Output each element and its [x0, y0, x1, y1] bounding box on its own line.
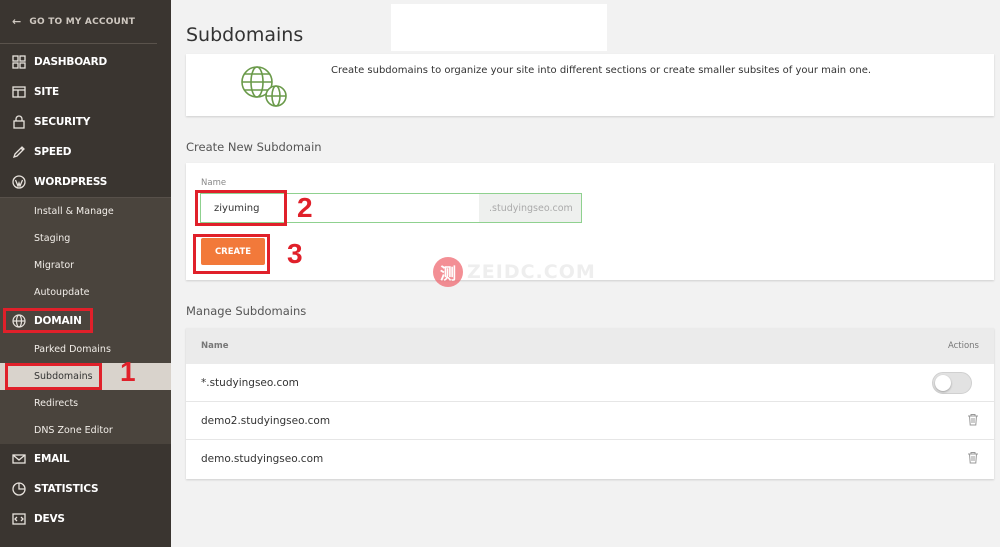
- highlight-subdomains: [5, 363, 102, 390]
- sidebar-item-wordpress[interactable]: WORDPRESS: [0, 167, 171, 197]
- sidebar-item-statistics[interactable]: STATISTICS: [0, 474, 171, 504]
- sidebar-item-dashboard[interactable]: DASHBOARD: [0, 47, 171, 77]
- sidebar-item-label: STATISTICS: [34, 483, 99, 495]
- sidebar-item-security[interactable]: SECURITY: [0, 107, 171, 137]
- create-section-title: Create New Subdomain: [186, 140, 322, 154]
- annotation-number-2: 2: [297, 192, 313, 223]
- sidebar-item-site[interactable]: SITE: [0, 77, 171, 107]
- sidebar-subitem-parked-domains[interactable]: Parked Domains: [0, 336, 171, 363]
- page-title: Subdomains: [186, 24, 304, 46]
- sidebar-item-label: SITE: [34, 86, 60, 98]
- annotation-number-1: 1: [120, 356, 136, 387]
- manage-subdomains-card: Name Actions *.studyingseo.com demo2.stu…: [186, 328, 994, 479]
- watermark: 测 ZEIDC.COM: [433, 257, 596, 287]
- wordpress-icon: [12, 175, 26, 189]
- subdomain-name: *.studyingseo.com: [201, 376, 299, 389]
- highlight-name-input: [195, 190, 287, 226]
- mail-icon: [12, 452, 26, 466]
- highlight-create-button: [193, 234, 270, 274]
- sidebar-subitem-dns-zone-editor[interactable]: DNS Zone Editor: [0, 417, 171, 444]
- sidebar-item-speed[interactable]: SPEED: [0, 137, 171, 167]
- pie-chart-icon: [12, 482, 26, 496]
- subdomain-name: demo.studyingseo.com: [201, 453, 324, 465]
- rocket-icon: [12, 145, 26, 159]
- annotation-number-3: 3: [287, 238, 303, 269]
- watermark-logo: 测: [433, 257, 463, 287]
- column-name: Name: [201, 341, 229, 351]
- watermark-text: ZEIDC.COM: [467, 261, 596, 283]
- back-to-account-link[interactable]: ← GO TO MY ACCOUNT: [0, 0, 157, 44]
- sidebar-item-label: SPEED: [34, 146, 72, 158]
- blank-header-area: [391, 4, 607, 51]
- trash-icon[interactable]: [967, 413, 979, 429]
- sidebar-subitem-migrator[interactable]: Migrator: [0, 252, 171, 279]
- main-content: Subdomains Create subdomains to organize…: [171, 0, 1000, 547]
- sidebar-item-label: DEVS: [34, 513, 65, 525]
- sidebar: ← GO TO MY ACCOUNT DASHBOARD SITE SECURI…: [0, 0, 171, 547]
- sidebar-item-label: EMAIL: [34, 453, 70, 465]
- trash-icon[interactable]: [967, 451, 979, 467]
- sidebar-subitem-autoupdate[interactable]: Autoupdate: [0, 279, 171, 306]
- lock-icon: [12, 115, 26, 129]
- manage-section-title: Manage Subdomains: [186, 304, 307, 318]
- site-icon: [12, 85, 26, 99]
- code-icon: [12, 512, 26, 526]
- table-row: *.studyingseo.com: [186, 364, 994, 402]
- sidebar-item-label: WORDPRESS: [34, 176, 108, 188]
- arrow-left-icon: ←: [12, 15, 22, 28]
- table-header: Name Actions: [186, 328, 994, 364]
- sidebar-item-devs[interactable]: DEVS: [0, 504, 171, 534]
- name-field-label: Name: [201, 178, 227, 188]
- sidebar-item-label: SECURITY: [34, 116, 91, 128]
- sidebar-subitem-install-manage[interactable]: Install & Manage: [0, 198, 171, 225]
- highlight-domain: [3, 308, 93, 333]
- sidebar-subitem-staging[interactable]: Staging: [0, 225, 171, 252]
- grid-icon: [12, 55, 26, 69]
- table-row: demo2.studyingseo.com: [186, 402, 994, 440]
- table-row: demo.studyingseo.com: [186, 440, 994, 478]
- sidebar-subitem-redirects[interactable]: Redirects: [0, 390, 171, 417]
- sidebar-item-label: DASHBOARD: [34, 56, 107, 68]
- globe-network-icon: [238, 64, 288, 112]
- domain-suffix: .studyingseo.com: [479, 194, 581, 222]
- sidebar-item-email[interactable]: EMAIL: [0, 444, 171, 474]
- subdomain-name: demo2.studyingseo.com: [201, 414, 331, 427]
- info-card: Create subdomains to organize your site …: [186, 54, 994, 116]
- back-label: GO TO MY ACCOUNT: [29, 16, 136, 27]
- info-description: Create subdomains to organize your site …: [331, 65, 872, 76]
- wildcard-toggle[interactable]: [932, 371, 972, 394]
- column-actions: Actions: [947, 341, 979, 351]
